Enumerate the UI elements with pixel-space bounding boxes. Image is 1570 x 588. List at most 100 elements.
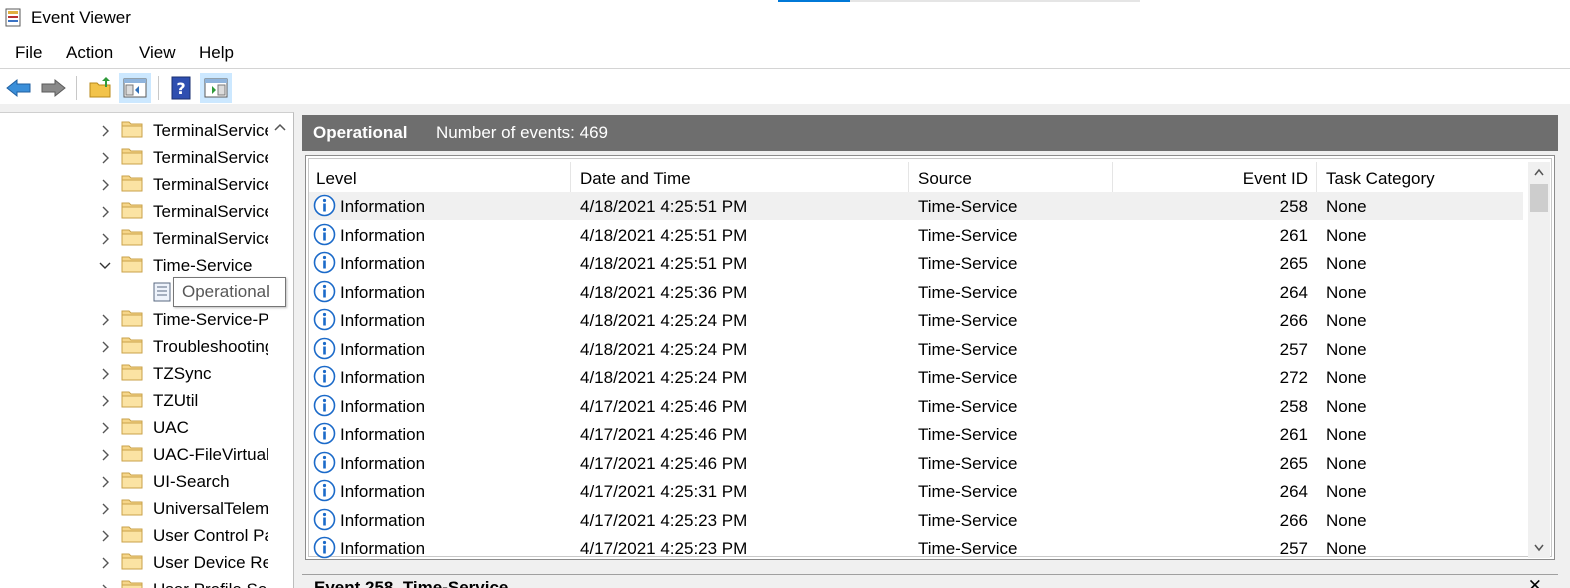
tree-item[interactable]: TerminalServices	[0, 225, 268, 252]
table-row[interactable]: Information 4/18/2021 4:25:24 PM Time-Serv…	[309, 335, 1523, 363]
column-header-source[interactable]: Source	[918, 162, 972, 194]
cell-source: Time-Service	[918, 368, 1018, 387]
chevron-right-icon[interactable]	[98, 421, 112, 435]
tree-item[interactable]: Time-Service	[0, 252, 268, 279]
information-icon	[313, 223, 336, 245]
chevron-right-icon[interactable]	[98, 502, 112, 516]
tree-item[interactable]: UI-Search	[0, 468, 268, 495]
tab-accent	[778, 0, 850, 2]
cell-task-category: None	[1326, 510, 1367, 530]
cell-date-time: 4/17/2021 4:25:23 PM	[580, 539, 748, 558]
up-folder-button[interactable]	[84, 73, 116, 103]
tree-item-label: TerminalServices	[153, 175, 268, 194]
cell-source: Time-Service	[918, 453, 1018, 473]
column-header-task-category[interactable]: Task Category	[1326, 162, 1435, 194]
column-separator[interactable]	[1112, 162, 1113, 194]
tree-item[interactable]: TerminalServices	[0, 117, 268, 144]
chevron-up-icon[interactable]	[274, 123, 286, 131]
chevron-down-icon[interactable]	[1534, 544, 1544, 552]
column-header-level[interactable]: Level	[316, 162, 357, 194]
chevron-right-icon[interactable]	[98, 313, 112, 327]
table-row[interactable]: Information 4/18/2021 4:25:51 PM Time-Serv…	[309, 192, 1523, 220]
help-button[interactable]: ?	[165, 73, 197, 103]
information-icon	[313, 451, 336, 473]
tree-scrollbar[interactable]	[268, 113, 292, 588]
cell-event-id: 258	[1279, 197, 1308, 216]
chevron-right-icon[interactable]	[98, 448, 112, 462]
tree-item-label: TerminalServices	[153, 148, 268, 167]
menu-view[interactable]: View	[139, 43, 176, 63]
chevron-right-icon[interactable]	[98, 529, 112, 543]
column-separator[interactable]	[908, 162, 909, 194]
chevron-right-icon[interactable]	[98, 205, 112, 219]
menu-help[interactable]: Help	[199, 43, 234, 63]
table-row[interactable]: Information 4/18/2021 4:25:36 PM Time-Serv…	[309, 278, 1523, 306]
close-icon[interactable]: ✕	[1528, 576, 1542, 588]
tree-item[interactable]: TerminalServices	[0, 198, 268, 225]
table-row[interactable]: Information 4/18/2021 4:25:51 PM Time-Serv…	[309, 249, 1523, 277]
cell-source: Time-Service	[918, 311, 1018, 330]
cell-task-category: None	[1326, 197, 1367, 216]
column-header-date-time[interactable]: Date and Time	[580, 162, 691, 194]
table-row[interactable]: Information 4/17/2021 4:25:23 PM Time-Serv…	[309, 534, 1523, 559]
tree-item[interactable]: Troubleshooting	[0, 333, 268, 360]
tree-item[interactable]: UniversalTelemetry	[0, 495, 268, 522]
chevron-right-icon[interactable]	[98, 475, 112, 489]
tree-item[interactable]: User Control Panel	[0, 522, 268, 549]
tree-item[interactable]: TZSync	[0, 360, 268, 387]
forward-button[interactable]	[37, 73, 69, 103]
tree-item[interactable]: UAC-FileVirtualization	[0, 441, 268, 468]
column-header-event-id[interactable]: Event ID	[1120, 162, 1308, 194]
chevron-right-icon[interactable]	[98, 124, 112, 138]
table-row[interactable]: Information 4/18/2021 4:25:24 PM Time-Serv…	[309, 363, 1523, 391]
menu-action[interactable]: Action	[66, 43, 113, 63]
back-button[interactable]	[3, 73, 35, 103]
chevron-right-icon[interactable]	[98, 394, 112, 408]
cell-date-time: 4/17/2021 4:25:46 PM	[580, 396, 748, 416]
column-separator[interactable]	[1316, 162, 1317, 194]
cell-event-id: 261	[1279, 425, 1308, 444]
cell-level: Information	[340, 339, 426, 359]
console-tree[interactable]: TerminalServices TerminalServices Terminal…	[0, 112, 294, 588]
events-grid[interactable]: Level Date and Time Source Event ID Task…	[305, 155, 1555, 560]
information-icon	[313, 422, 336, 445]
tree-item[interactable]: TerminalServices	[0, 171, 268, 198]
scrollbar-thumb[interactable]	[1530, 184, 1548, 212]
tree-item[interactable]: Time-Service-PTP	[0, 306, 268, 333]
cell-date-time: 4/18/2021 4:25:24 PM	[580, 368, 748, 387]
chevron-right-icon[interactable]	[98, 178, 112, 192]
menu-file[interactable]: File	[15, 43, 42, 63]
chevron-right-icon[interactable]	[98, 151, 112, 165]
table-row[interactable]: Information 4/17/2021 4:25:23 PM Time-Serv…	[309, 506, 1523, 534]
tree-item[interactable]: User Profile Service	[0, 576, 268, 588]
tree-item-label: UI-Search	[153, 472, 230, 491]
chevron-right-icon[interactable]	[98, 340, 112, 354]
tree-item-label: TerminalServices	[153, 202, 268, 221]
chevron-right-icon[interactable]	[98, 232, 112, 246]
chevron-down-icon[interactable]	[98, 259, 112, 273]
information-icon	[313, 394, 336, 416]
tree-item[interactable]: UAC	[0, 414, 268, 441]
tree-item[interactable]: TerminalServices	[0, 144, 268, 171]
cell-date-time: 4/18/2021 4:25:51 PM	[580, 197, 748, 216]
chevron-right-icon[interactable]	[98, 367, 112, 381]
table-row[interactable]: Information 4/17/2021 4:25:46 PM Time-Serv…	[309, 392, 1523, 420]
grid-scrollbar[interactable]	[1528, 162, 1550, 558]
show-hide-console-tree-button[interactable]	[119, 73, 151, 103]
menu-separator	[0, 68, 1570, 69]
cell-task-category: None	[1326, 368, 1367, 387]
table-row[interactable]: Information 4/18/2021 4:25:51 PM Time-Serv…	[309, 221, 1523, 249]
table-row[interactable]: Information 4/17/2021 4:25:31 PM Time-Serv…	[309, 477, 1523, 505]
column-separator[interactable]	[570, 162, 571, 194]
table-row[interactable]: Information 4/17/2021 4:25:46 PM Time-Serv…	[309, 449, 1523, 477]
chevron-up-icon[interactable]	[1534, 168, 1544, 176]
chevron-right-icon[interactable]	[98, 556, 112, 570]
chevron-right-icon[interactable]	[98, 583, 112, 588]
table-row[interactable]: Information 4/17/2021 4:25:46 PM Time-Serv…	[309, 420, 1523, 448]
folder-icon	[121, 580, 143, 588]
tree-item[interactable]: User Device Registration	[0, 549, 268, 576]
tree-item[interactable]: TZUtil	[0, 387, 268, 414]
show-hide-action-pane-button[interactable]	[200, 73, 232, 103]
table-row[interactable]: Information 4/18/2021 4:25:24 PM Time-Serv…	[309, 306, 1523, 334]
information-icon	[313, 251, 336, 274]
